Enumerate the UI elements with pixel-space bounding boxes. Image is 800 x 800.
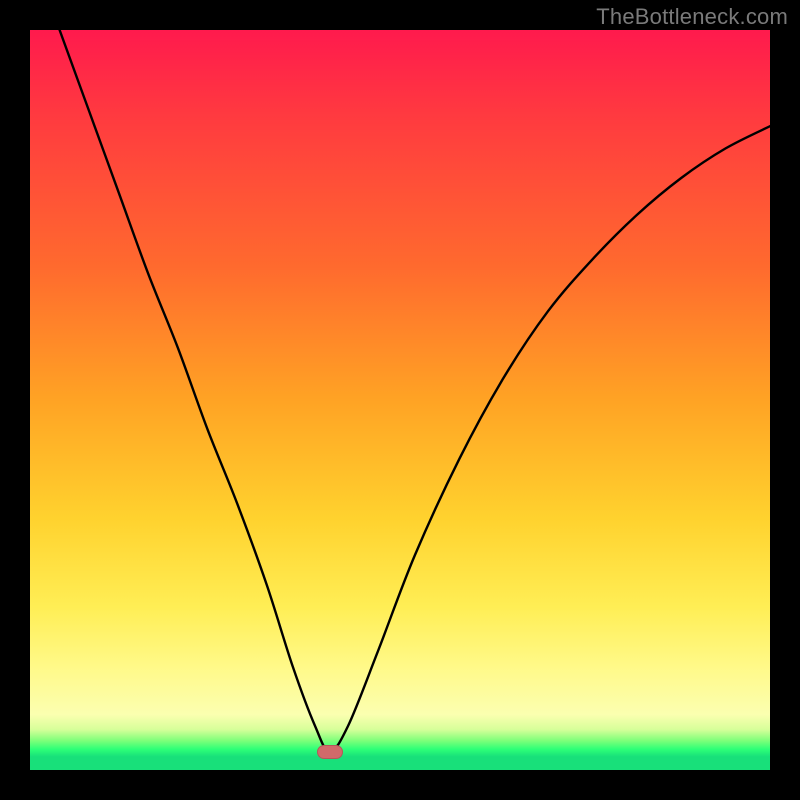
curve-layer	[30, 30, 770, 770]
plot-area	[30, 30, 770, 770]
min-marker	[317, 745, 343, 759]
chart-frame: TheBottleneck.com	[0, 0, 800, 800]
watermark-text: TheBottleneck.com	[596, 4, 788, 30]
bottleneck-curve	[60, 30, 770, 752]
